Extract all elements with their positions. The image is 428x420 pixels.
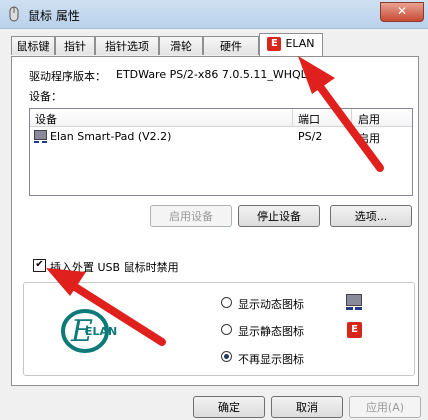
column-enabled[interactable]: 启用 [358,111,380,127]
radio-no-icon-label[interactable]: 不再显示图标 [238,351,304,367]
driver-version-label: 驱动程序版本： [29,70,106,83]
device-port: PS/2 [298,130,323,143]
tab-pointers[interactable]: 指针 [55,36,95,55]
tab-hardware[interactable]: 硬件 [203,36,259,55]
usb-disable-checkbox[interactable]: ✔ [33,259,46,272]
devices-label: 设备： [29,90,62,103]
enable-device-button[interactable]: 启用设备 [150,205,232,227]
column-device[interactable]: 设备 [35,111,57,127]
title-bar: 鼠标 属性 ✕ [0,0,428,29]
elan-logo-text: ELAN [85,325,118,338]
close-button[interactable]: ✕ [380,2,424,22]
device-row[interactable]: Elan Smart-Pad (V2.2) PS/2 启用 [30,127,412,147]
touchpad-icon [34,130,47,143]
tab-buttons[interactable]: 鼠标键 [11,36,55,55]
radio-dynamic-icon[interactable] [221,297,232,308]
ok-button[interactable]: 确定 [193,396,265,418]
column-port[interactable]: 端口 [298,111,320,127]
touchpad-icon [346,294,362,310]
tab-wheel[interactable]: 滑轮 [159,36,203,55]
column-separator [292,109,293,126]
radio-static-icon[interactable] [221,324,232,335]
radio-static-icon-label[interactable]: 显示静态图标 [238,323,304,339]
device-list-header: 设备 端口 启用 [30,109,412,127]
stop-device-button[interactable]: 停止设备 [238,205,320,227]
radio-dynamic-icon-label[interactable]: 显示动态图标 [238,296,304,312]
device-name: Elan Smart-Pad (V2.2) [50,130,172,143]
usb-disable-label[interactable]: 插入外置 USB 鼠标时禁用 [50,259,179,275]
options-button[interactable]: 选项... [330,205,412,227]
tab-pointer-options[interactable]: 指针选项 [95,36,159,55]
elan-logo-icon: E [267,37,282,51]
tab-elan-label: ELAN [285,37,315,50]
elan-logo: E ELAN [55,305,120,357]
mouse-icon [9,6,19,22]
driver-version-value: ETDWare PS/2-x86 7.0.5.11_WHQL [116,68,307,81]
radio-no-icon[interactable] [221,351,232,362]
tab-elan[interactable]: E ELAN [259,33,323,56]
column-separator [351,109,352,126]
device-enabled: 启用 [358,132,380,145]
device-list[interactable]: 设备 端口 启用 Elan Smart-Pad (V2.2) PS/2 启用 [29,108,413,196]
apply-button[interactable]: 应用(A) [349,396,421,418]
elan-logo-icon: E [347,322,362,338]
cancel-button[interactable]: 取消 [271,396,343,418]
window-title: 鼠标 属性 [28,9,80,23]
